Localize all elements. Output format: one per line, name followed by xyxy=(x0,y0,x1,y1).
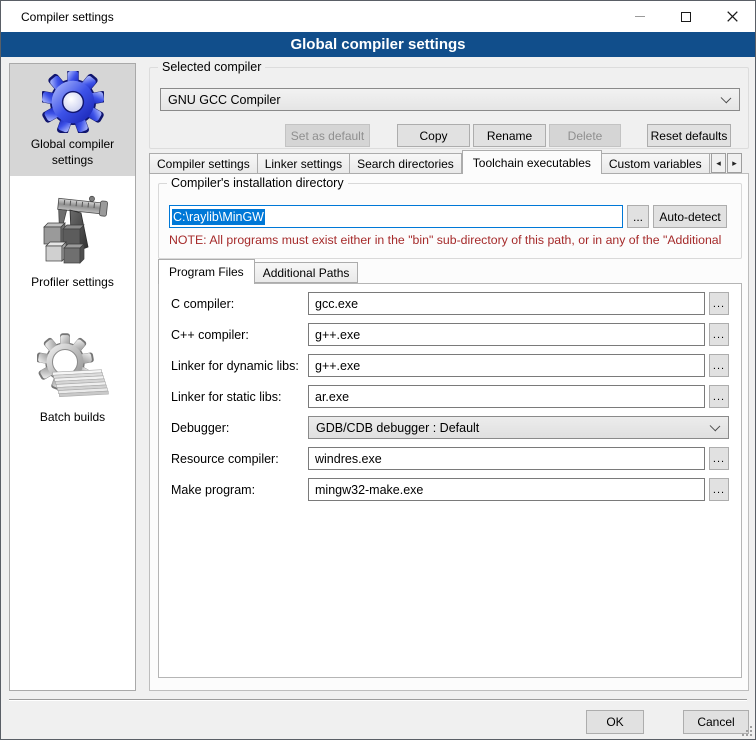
cpp-compiler-browse-button[interactable]: ... xyxy=(709,323,729,346)
sidebar-item-label: Batch builds xyxy=(40,410,105,426)
dynamic-linker-label: Linker for dynamic libs: xyxy=(171,359,308,373)
close-icon xyxy=(727,11,738,22)
compiler-select[interactable]: GNU GCC Compiler xyxy=(160,88,740,111)
sub-tabstrip: Program Files Additional Paths xyxy=(158,259,358,284)
program-files-panel: C compiler: ... C++ compiler: ... Linker… xyxy=(158,283,742,678)
resource-compiler-input[interactable] xyxy=(308,447,705,470)
main-tabstrip: Compiler settings Linker settings Search… xyxy=(149,150,711,174)
rename-button[interactable]: Rename xyxy=(473,124,546,147)
make-program-browse-button[interactable]: ... xyxy=(709,478,729,501)
install-dir-group: Compiler's installation directory C:\ray… xyxy=(158,183,742,259)
window-controls xyxy=(617,1,755,32)
close-button[interactable] xyxy=(709,1,755,32)
maximize-button[interactable] xyxy=(663,1,709,32)
c-compiler-input[interactable] xyxy=(308,292,705,315)
debugger-label: Debugger: xyxy=(171,421,308,435)
selected-compiler-legend: Selected compiler xyxy=(158,60,265,74)
subtab-program-files[interactable]: Program Files xyxy=(158,259,255,284)
sidebar-item-batch-builds[interactable]: Batch builds xyxy=(10,325,135,434)
c-compiler-browse-button[interactable]: ... xyxy=(709,292,729,315)
selected-compiler-group: Selected compiler GNU GCC Compiler Set a… xyxy=(149,67,749,149)
toolchain-row: Linker for static libs: ... xyxy=(171,385,731,408)
dialog-header-title: Global compiler settings xyxy=(290,36,465,53)
ok-button[interactable]: OK xyxy=(586,710,644,734)
minimize-button[interactable] xyxy=(617,1,663,32)
tab-toolchain-executables[interactable]: Toolchain executables xyxy=(462,150,602,174)
maximize-icon xyxy=(681,12,691,22)
sidebar: Global compiler settings xyxy=(9,63,136,691)
resource-compiler-label: Resource compiler: xyxy=(171,452,308,466)
resource-compiler-browse-button[interactable]: ... xyxy=(709,447,729,470)
compiler-settings-dialog: Compiler settings Global compiler settin… xyxy=(0,0,756,740)
dialog-header: Global compiler settings xyxy=(1,32,755,57)
titlebar[interactable]: Compiler settings xyxy=(1,1,755,32)
tabs-clip: Compiler settings Linker settings Search… xyxy=(149,150,711,174)
compiler-select-value: GNU GCC Compiler xyxy=(168,93,281,107)
toolchain-row: C++ compiler: ... xyxy=(171,323,731,346)
resize-grip[interactable] xyxy=(740,724,752,736)
dynamic-linker-browse-button[interactable]: ... xyxy=(709,354,729,377)
install-dir-input[interactable]: C:\raylib\MinGW xyxy=(169,205,623,228)
caliper-icon xyxy=(34,191,112,271)
toolchain-executables-panel: Compiler's installation directory C:\ray… xyxy=(149,173,749,691)
static-linker-input[interactable] xyxy=(308,385,705,408)
tab-custom-variables[interactable]: Custom variables xyxy=(602,153,710,174)
tab-scroll-right-button[interactable]: ▸ xyxy=(727,153,742,173)
delete-button[interactable]: Delete xyxy=(549,124,621,147)
auto-detect-button[interactable]: Auto-detect xyxy=(653,205,727,228)
sidebar-item-label: Profiler settings xyxy=(31,275,114,291)
tab-linker-settings[interactable]: Linker settings xyxy=(258,153,350,174)
minimize-icon xyxy=(635,16,645,17)
reset-defaults-button[interactable]: Reset defaults xyxy=(647,124,731,147)
triangle-left-icon: ◂ xyxy=(716,158,721,169)
install-dir-legend: Compiler's installation directory xyxy=(167,176,348,190)
tab-search-directories[interactable]: Search directories xyxy=(350,153,462,174)
dynamic-linker-input[interactable] xyxy=(308,354,705,377)
footer-separator xyxy=(9,699,747,701)
toolchain-row: C compiler: ... xyxy=(171,292,731,315)
install-dir-selected-text: C:\raylib\MinGW xyxy=(172,209,265,225)
copy-button[interactable]: Copy xyxy=(397,124,470,147)
chevron-down-icon xyxy=(710,421,721,432)
window-title: Compiler settings xyxy=(21,10,114,24)
toolchain-row: Resource compiler: ... xyxy=(171,447,731,470)
cpp-compiler-label: C++ compiler: xyxy=(171,328,308,342)
sidebar-item-profiler-settings[interactable]: Profiler settings xyxy=(10,184,135,299)
make-program-input[interactable] xyxy=(308,478,705,501)
sidebar-item-global-compiler-settings[interactable]: Global compiler settings xyxy=(10,64,135,176)
make-program-label: Make program: xyxy=(171,483,308,497)
tab-compiler-settings[interactable]: Compiler settings xyxy=(149,153,258,174)
toolchain-row: Debugger: GDB/CDB debugger : Default xyxy=(171,416,731,439)
set-as-default-button[interactable]: Set as default xyxy=(285,124,370,147)
triangle-right-icon: ▸ xyxy=(732,158,737,169)
static-linker-label: Linker for static libs: xyxy=(171,390,308,404)
static-linker-browse-button[interactable]: ... xyxy=(709,385,729,408)
gray-gear-stack-icon xyxy=(37,332,109,406)
toolchain-row: Make program: ... xyxy=(171,478,731,501)
subtab-additional-paths[interactable]: Additional Paths xyxy=(255,262,359,283)
sidebar-item-label: Global compiler settings xyxy=(14,137,131,168)
cpp-compiler-input[interactable] xyxy=(308,323,705,346)
debugger-select[interactable]: GDB/CDB debugger : Default xyxy=(308,416,729,439)
c-compiler-label: C compiler: xyxy=(171,297,308,311)
debugger-select-value: GDB/CDB debugger : Default xyxy=(316,421,479,435)
chevron-down-icon xyxy=(721,93,732,104)
tab-scroll-left-button[interactable]: ◂ xyxy=(711,153,726,173)
install-dir-note: NOTE: All programs must exist either in … xyxy=(169,233,735,247)
install-dir-browse-button[interactable]: ... xyxy=(627,205,649,228)
toolchain-row: Linker for dynamic libs: ... xyxy=(171,354,731,377)
blue-gear-icon xyxy=(42,71,104,133)
